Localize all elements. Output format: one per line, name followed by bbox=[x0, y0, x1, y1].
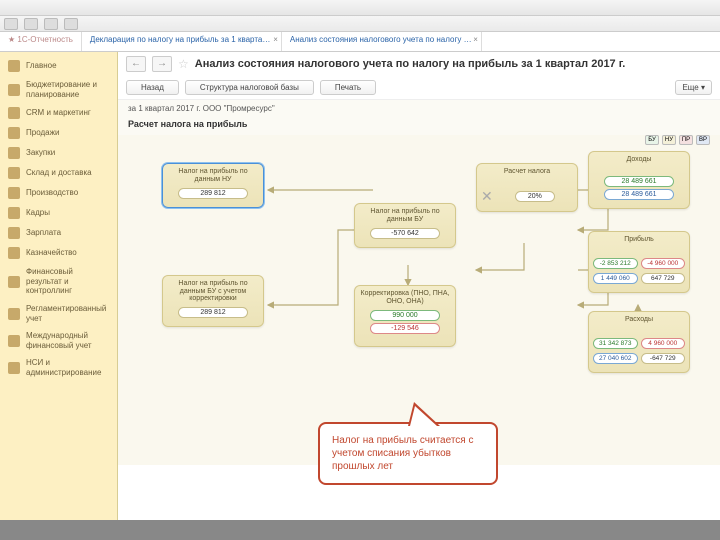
sidebar-item-warehouse[interactable]: Склад и доставка bbox=[0, 163, 117, 183]
sidebar-item-purchases[interactable]: Закупки bbox=[0, 143, 117, 163]
node-tax-bu[interactable]: Налог на прибыль по данным БУ -570 642 bbox=[354, 203, 456, 248]
gear-icon bbox=[8, 362, 20, 374]
legend-chip: ПР bbox=[679, 135, 693, 145]
annotation-callout: Налог на прибыль считается с учетом спис… bbox=[318, 422, 498, 485]
page-title: Анализ состояния налогового учета по нал… bbox=[195, 58, 626, 70]
node-income[interactable]: Доходы 28 489 661 28 489 661 bbox=[588, 151, 690, 209]
value-pill: 28 489 661 bbox=[604, 176, 674, 187]
sidebar-item-salary[interactable]: Зарплата bbox=[0, 223, 117, 243]
section-title: Расчет налога на прибыль bbox=[118, 117, 720, 135]
sales-icon bbox=[8, 127, 20, 139]
node-tax-nu[interactable]: Налог на прибыль по данным НУ 289 812 bbox=[162, 163, 264, 208]
legend: БУ НУ ПР ВР bbox=[645, 135, 710, 145]
print-button[interactable]: Печать bbox=[320, 80, 376, 95]
sidebar-item-production[interactable]: Производство bbox=[0, 183, 117, 203]
favorite-icon[interactable]: ☆ bbox=[178, 57, 189, 71]
home-icon bbox=[8, 60, 20, 72]
node-profit[interactable]: Прибыль -2 853 212-4 960 000 1 449 06064… bbox=[588, 231, 690, 293]
value-pill: 990 000 bbox=[370, 310, 440, 321]
multiply-icon: ✕ bbox=[481, 188, 493, 205]
sidebar-item-treasury[interactable]: Казначейство bbox=[0, 243, 117, 263]
sidebar-item-ifrs[interactable]: Международный финансовый учет bbox=[0, 327, 117, 354]
sidebar-item-admin[interactable]: НСИ и администрирование bbox=[0, 354, 117, 381]
close-icon[interactable]: × bbox=[473, 35, 478, 44]
value-pill: 289 812 bbox=[178, 307, 248, 318]
star-icon: ★ bbox=[8, 35, 17, 44]
structure-button[interactable]: Структура налоговой базы bbox=[185, 80, 314, 95]
more-button[interactable]: Еще ▾ bbox=[675, 80, 712, 95]
tab-analysis[interactable]: Анализ состояния налогового учета по нал… bbox=[282, 32, 482, 51]
salary-icon bbox=[8, 227, 20, 239]
node-tax-buk[interactable]: Налог на прибыль по данным БУ с учетом к… bbox=[162, 275, 264, 327]
treasury-icon bbox=[8, 247, 20, 259]
sidebar-item-crm[interactable]: CRM и маркетинг bbox=[0, 103, 117, 123]
value-pill: 28 489 661 bbox=[604, 189, 674, 200]
nav-back-button[interactable]: ← bbox=[126, 56, 146, 72]
toolbar-icon[interactable] bbox=[4, 18, 18, 30]
value-pill: 289 812 bbox=[178, 188, 248, 199]
main-toolbar bbox=[0, 16, 720, 32]
tab-reporting[interactable]: ★ 1С-Отчетность bbox=[0, 32, 82, 51]
navigation-sidebar: Главное Бюджетирование и планирование CR… bbox=[0, 52, 118, 520]
sidebar-item-sales[interactable]: Продажи bbox=[0, 123, 117, 143]
warehouse-icon bbox=[8, 167, 20, 179]
legend-chip: ВР bbox=[696, 135, 710, 145]
value-pill: -129 546 bbox=[370, 323, 440, 334]
tab-declaration[interactable]: Декларация по налогу на прибыль за 1 ква… bbox=[82, 32, 282, 51]
legend-chip: НУ bbox=[662, 135, 676, 145]
legend-chip: БУ bbox=[645, 135, 659, 145]
content-area: ← → ☆ Анализ состояния налогового учета … bbox=[118, 52, 720, 520]
sidebar-item-regaccount[interactable]: Регламентированный учет bbox=[0, 300, 117, 327]
sidebar-item-hr[interactable]: Кадры bbox=[0, 203, 117, 223]
node-expenses[interactable]: Расходы 31 342 8734 960 000 27 040 602-6… bbox=[588, 311, 690, 373]
sidebar-item-main[interactable]: Главное bbox=[0, 56, 117, 76]
value-pill: 20% bbox=[515, 191, 555, 202]
cart-icon bbox=[8, 147, 20, 159]
sidebar-item-budget[interactable]: Бюджетирование и планирование bbox=[0, 76, 117, 103]
globe-icon bbox=[8, 335, 20, 347]
document-tabs: ★ 1С-Отчетность Декларация по налогу на … bbox=[0, 32, 720, 52]
crm-icon bbox=[8, 107, 20, 119]
toolbar-icon[interactable] bbox=[24, 18, 38, 30]
book-icon bbox=[8, 308, 20, 320]
close-icon[interactable]: × bbox=[273, 35, 278, 44]
back-button[interactable]: Назад bbox=[126, 80, 179, 95]
hr-icon bbox=[8, 207, 20, 219]
production-icon bbox=[8, 187, 20, 199]
window-titlebar bbox=[0, 0, 720, 16]
period-label: за 1 квартал 2017 г. ООО "Промресурс" bbox=[118, 100, 720, 117]
node-calc[interactable]: Расчет налога ✕ 20% bbox=[476, 163, 578, 212]
value-pill: -570 642 bbox=[370, 228, 440, 239]
node-correction[interactable]: Корректировка (ПНО, ПНА, ОНО, ОНА) 990 0… bbox=[354, 285, 456, 347]
budget-icon bbox=[8, 84, 20, 96]
sidebar-item-finresult[interactable]: Финансовый результат и контроллинг bbox=[0, 263, 117, 300]
toolbar-icon[interactable] bbox=[64, 18, 78, 30]
toolbar-icon[interactable] bbox=[44, 18, 58, 30]
nav-forward-button[interactable]: → bbox=[152, 56, 172, 72]
chart-icon bbox=[8, 276, 20, 288]
